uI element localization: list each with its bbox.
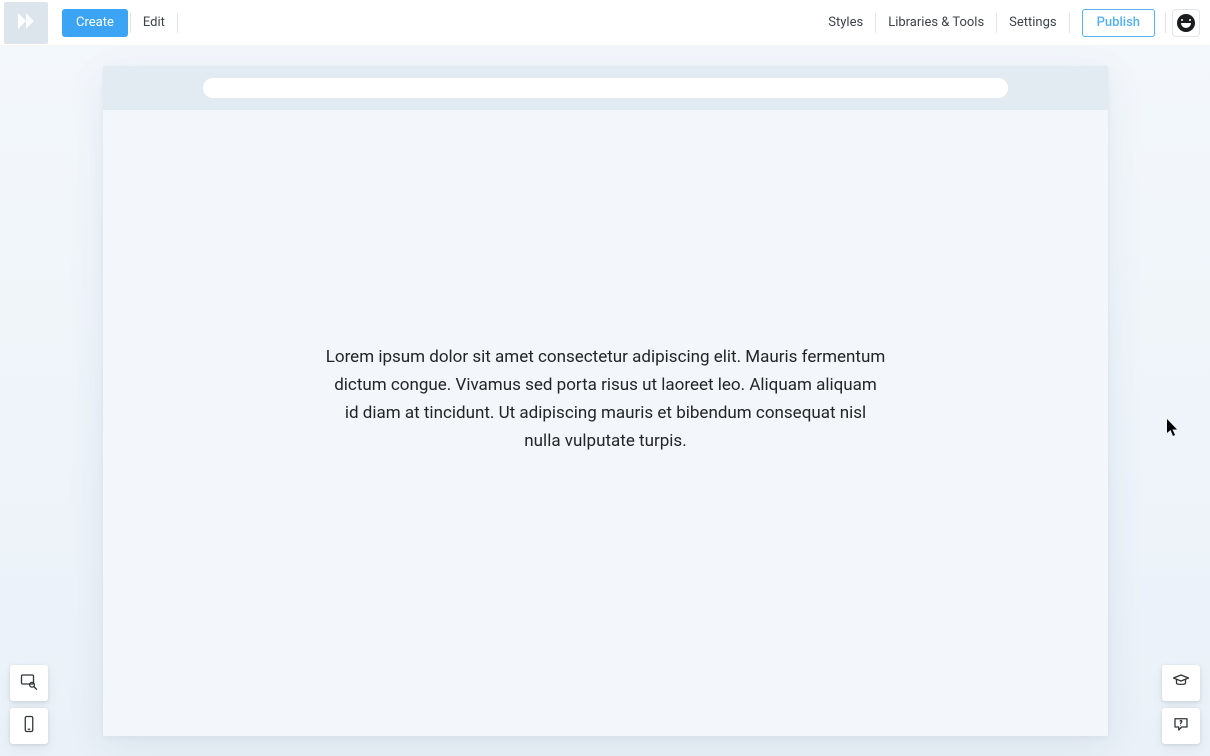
separator xyxy=(875,13,876,33)
separator xyxy=(1069,13,1070,33)
cursor-icon xyxy=(1167,419,1179,437)
avatar[interactable] xyxy=(1172,9,1200,37)
libraries-menu[interactable]: Libraries & Tools xyxy=(878,12,994,34)
separator xyxy=(177,13,178,33)
separator xyxy=(1165,13,1166,33)
canvas-header xyxy=(103,66,1108,110)
separator xyxy=(996,13,997,33)
topbar: Create Edit Styles Libraries & Tools Set… xyxy=(0,0,1210,46)
mobile-preview-icon xyxy=(20,715,38,737)
body-text[interactable]: Lorem ipsum dolor sit amet consectetur a… xyxy=(326,343,886,455)
canvas-body[interactable]: Lorem ipsum dolor sit amet consectetur a… xyxy=(103,110,1108,736)
canvas-header-bar xyxy=(203,78,1008,98)
app-logo[interactable] xyxy=(4,2,48,44)
display-search-button[interactable] xyxy=(10,665,48,701)
settings-menu[interactable]: Settings xyxy=(999,12,1066,34)
styles-menu[interactable]: Styles xyxy=(818,12,873,34)
display-search-icon xyxy=(20,672,38,694)
edit-menu[interactable]: Edit xyxy=(133,12,175,34)
publish-button[interactable]: Publish xyxy=(1082,9,1155,37)
feedback-icon xyxy=(1172,715,1190,737)
page-canvas[interactable]: Lorem ipsum dolor sit amet consectetur a… xyxy=(103,66,1108,736)
feedback-button[interactable] xyxy=(1162,708,1200,744)
learn-icon xyxy=(1172,672,1190,694)
avatar-face-icon xyxy=(1177,14,1195,32)
logo-icon xyxy=(14,9,38,37)
separator xyxy=(130,13,131,33)
learn-button[interactable] xyxy=(1162,665,1200,701)
create-button[interactable]: Create xyxy=(62,9,128,37)
mobile-preview-button[interactable] xyxy=(10,708,48,744)
